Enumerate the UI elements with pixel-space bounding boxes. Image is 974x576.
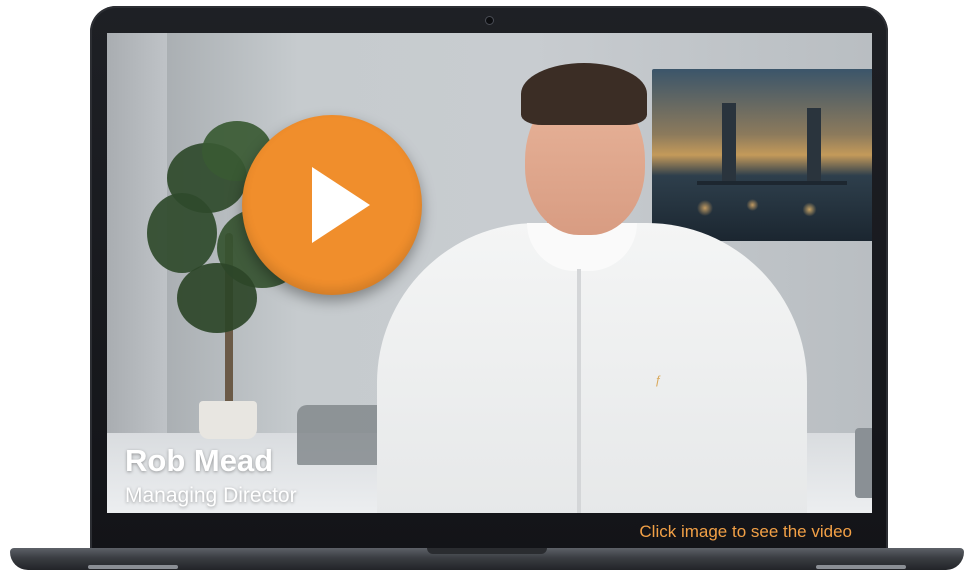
laptop-foot-right (816, 565, 906, 569)
bridge (697, 121, 847, 185)
shirt-logo: ƒ (655, 373, 662, 387)
play-button[interactable] (242, 115, 422, 295)
plant-leaves (147, 193, 217, 273)
person-role: Managing Director (125, 484, 297, 507)
person-hair (521, 63, 647, 125)
play-icon (312, 167, 370, 243)
person-name: Rob Mead (125, 443, 274, 478)
video-thumbnail[interactable]: ƒ Rob Mead Managing Director (107, 33, 872, 513)
click-hint-link[interactable]: Click image to see the video (639, 522, 852, 542)
shirt-placket (577, 269, 581, 513)
office-chair-right (855, 428, 872, 498)
camera-icon (485, 16, 494, 25)
laptop-foot-left (88, 565, 178, 569)
city-lights (667, 193, 857, 223)
laptop-notch (427, 548, 547, 554)
plant-pot (199, 401, 257, 439)
